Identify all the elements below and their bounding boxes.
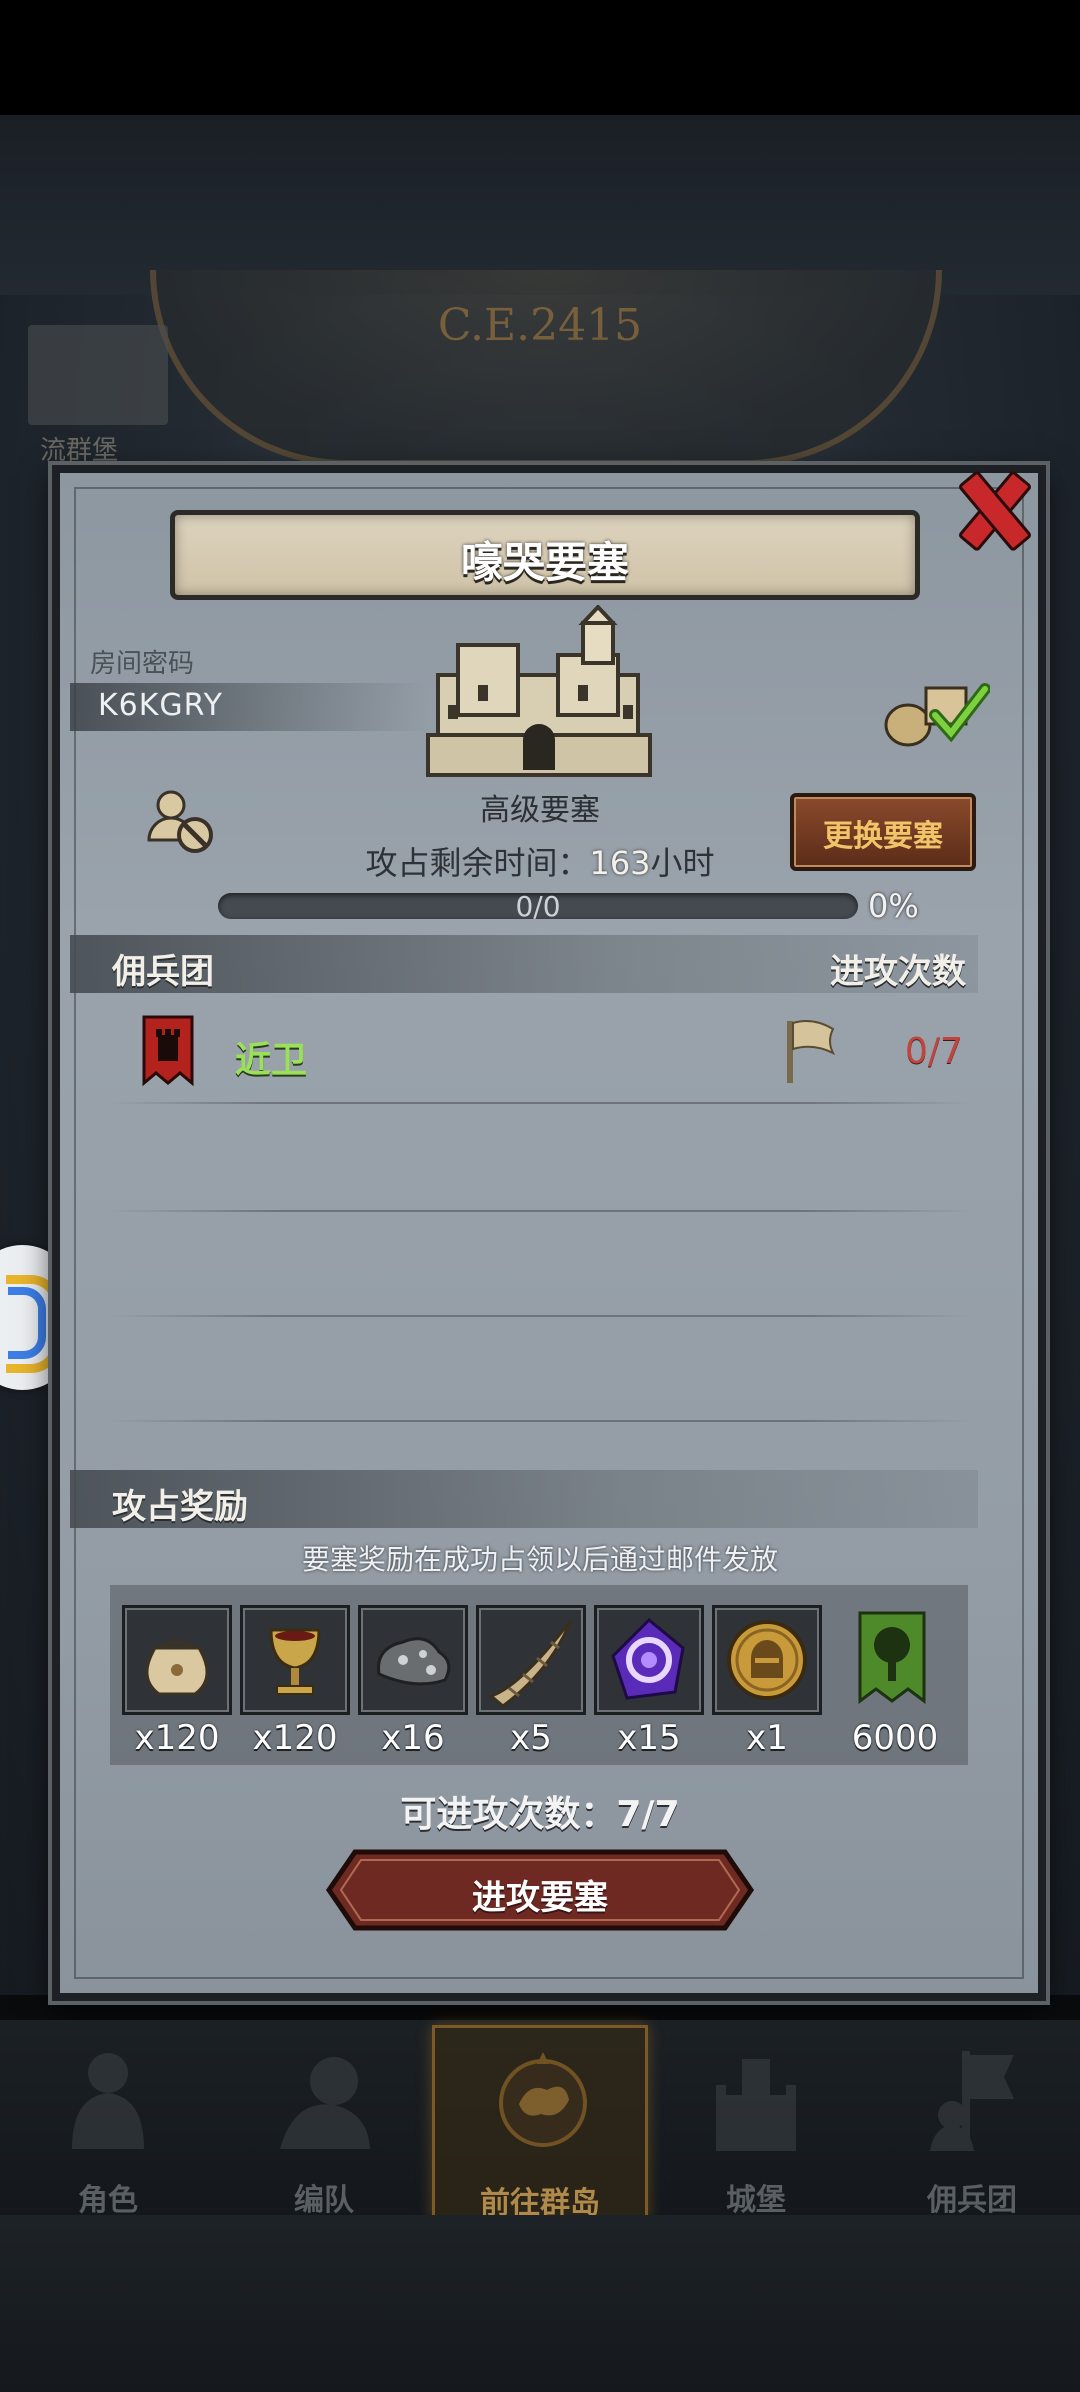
nav-tab-castle[interactable]: 城堡 xyxy=(648,2025,864,2218)
rewards-section-header: 攻占奖励 xyxy=(70,1470,978,1528)
dialog-title: 嚎哭要塞 xyxy=(460,538,629,587)
reward-qty: x120 xyxy=(134,1718,220,1758)
attack-fortress-button[interactable]: 进攻要塞 xyxy=(325,1848,755,1932)
background-castle-thumb xyxy=(28,325,168,425)
compass-map-icon xyxy=(499,2052,587,2147)
nav-tab-mercenary[interactable]: 佣兵团 xyxy=(864,2025,1080,2218)
goblet-icon xyxy=(269,1628,321,1695)
remaining-attempts: 可进攻次数：7/7 xyxy=(400,1794,680,1835)
money-bag-icon xyxy=(145,1640,209,1696)
reward-frame xyxy=(476,1605,586,1715)
legion-section-header: 佣兵团 进攻次数 xyxy=(70,935,978,993)
close-button[interactable] xyxy=(940,460,1040,560)
reward-item[interactable]: x120 xyxy=(240,1605,350,1760)
reward-item[interactable]: x15 xyxy=(594,1605,704,1760)
attack-flag-icon xyxy=(787,1020,836,1083)
horn-icon xyxy=(487,1619,573,1708)
nav-label: 编队 xyxy=(294,2183,354,2218)
row-divider xyxy=(108,1210,972,1212)
background-castle-name: 流群堡 xyxy=(40,436,119,466)
purple-crystal-icon xyxy=(611,1617,685,1700)
reward-frame xyxy=(122,1605,232,1715)
legion-section-title: 佣兵团 xyxy=(112,952,214,992)
reward-item[interactable]: x120 xyxy=(122,1605,232,1760)
nav-label: 角色 xyxy=(78,2183,138,2218)
reward-qty: x1 xyxy=(746,1718,788,1758)
castle-icon xyxy=(716,2059,796,2151)
reward-qty: x15 xyxy=(617,1718,681,1758)
formation-icon xyxy=(280,2057,370,2149)
attack-fortress-label: 进攻要塞 xyxy=(472,1878,608,1918)
capture-time-remaining: 攻占剩余时间：163小时 xyxy=(100,838,980,884)
reward-item[interactable]: x16 xyxy=(358,1605,468,1760)
nav-label: 佣兵团 xyxy=(927,2183,1017,2218)
reward-qty: 6000 xyxy=(851,1718,939,1758)
rewards-section-title: 攻占奖励 xyxy=(112,1487,248,1527)
attack-count-header: 进攻次数 xyxy=(830,952,966,992)
legion-row[interactable]: 近卫 0/7 xyxy=(70,1005,978,1100)
reward-frame xyxy=(240,1605,350,1715)
nav-tab-formation[interactable]: 编队 xyxy=(216,2025,432,2218)
reward-qty: x5 xyxy=(510,1718,552,1758)
reward-frame xyxy=(594,1605,704,1715)
title-banner: 嚎哭要塞 xyxy=(170,510,920,600)
reward-item[interactable]: x1 xyxy=(712,1605,822,1760)
tree-banner-icon xyxy=(858,1611,926,1704)
assistant-logo-inner-icon xyxy=(8,1287,46,1359)
status-bar-area xyxy=(0,0,1080,115)
progress-count: 0/0 xyxy=(515,890,561,923)
reward-qty: x16 xyxy=(381,1718,445,1758)
time-value: 163 xyxy=(589,844,651,882)
system-nav-area xyxy=(0,2215,1080,2392)
reward-frame xyxy=(712,1605,822,1715)
legion-name: 近卫 xyxy=(235,1040,308,1081)
fortress-icon xyxy=(426,605,652,777)
progress-percent: 0% xyxy=(868,887,919,925)
background-year: C.E.2415 xyxy=(437,300,643,351)
nav-tab-islands[interactable]: 前往群岛 xyxy=(432,2025,648,2221)
mercenary-icon xyxy=(930,2051,1014,2151)
red-tower-banner-icon xyxy=(142,1015,194,1087)
reward-item[interactable]: x5 xyxy=(476,1605,586,1760)
knight-coin-icon xyxy=(727,1620,807,1700)
row-divider xyxy=(108,1420,972,1422)
time-unit: 小时 xyxy=(650,844,715,882)
row-divider xyxy=(108,1315,972,1317)
top-dim-band xyxy=(0,115,1080,295)
legion-attack-count: 0/7 xyxy=(905,1031,963,1072)
nav-tab-character[interactable]: 角色 xyxy=(0,2025,216,2218)
room-code-label: 房间密码 xyxy=(90,649,195,679)
room-code-value[interactable]: K6KGRY xyxy=(98,688,223,723)
reward-note: 要塞奖励在成功占领以后通过邮件发放 xyxy=(301,1543,778,1576)
time-label: 攻占剩余时间： xyxy=(365,844,590,882)
row-divider xyxy=(108,1102,972,1104)
fortress-type: 高级要塞 xyxy=(480,793,600,828)
ore-rock-icon xyxy=(377,1637,451,1686)
reward-frame xyxy=(358,1605,468,1715)
reward-item[interactable]: 6000 xyxy=(840,1605,950,1760)
supply-bags-check-icon[interactable] xyxy=(880,670,990,750)
reward-qty: x120 xyxy=(252,1718,338,1758)
character-icon xyxy=(72,2053,144,2149)
nav-label: 城堡 xyxy=(726,2183,786,2218)
